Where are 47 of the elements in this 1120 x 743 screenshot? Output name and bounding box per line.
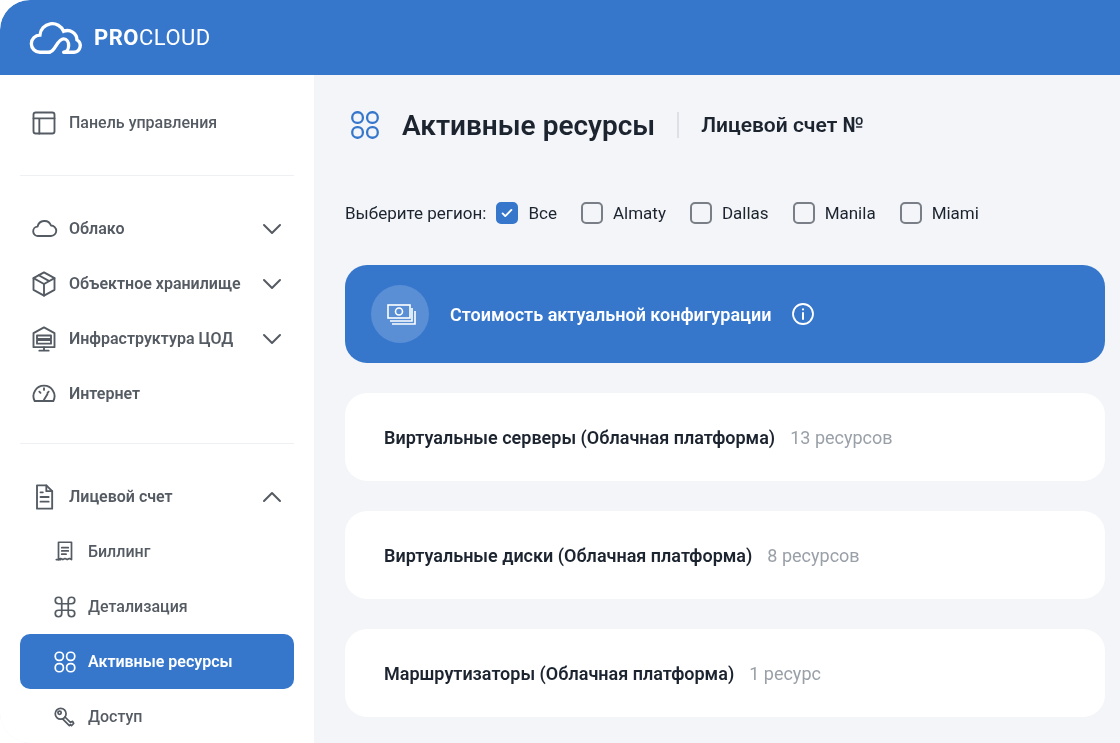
nav-item[interactable]: Объектное хранилище bbox=[20, 256, 294, 311]
money-icon bbox=[370, 284, 430, 344]
nav-item[interactable]: Инфраструктура ЦОД bbox=[20, 311, 294, 366]
cost-banner[interactable]: Стоимость актуальной конфигурации bbox=[345, 265, 1105, 363]
nav-icon bbox=[30, 269, 58, 298]
nav-subitem[interactable]: Биллинг bbox=[20, 524, 294, 579]
region-checkbox[interactable] bbox=[689, 202, 712, 224]
chevron-down-icon bbox=[262, 222, 282, 235]
nav-item[interactable]: Облако bbox=[20, 201, 294, 256]
resource-card[interactable]: Виртуальные серверы (Облачная платформа) 13 ресурсов bbox=[345, 393, 1105, 481]
info-icon[interactable] bbox=[791, 302, 816, 326]
nav-item[interactable]: Лицевой счет bbox=[20, 469, 294, 524]
nav-icon bbox=[52, 648, 78, 675]
region-checkbox[interactable] bbox=[899, 202, 922, 224]
resource-title: Виртуальные серверы (Облачная платформа) bbox=[384, 426, 776, 448]
resource-title: Маршрутизаторы (Облачная платформа) bbox=[384, 662, 735, 684]
chevron-down-icon bbox=[262, 332, 282, 345]
check-icon bbox=[500, 206, 515, 220]
nav-subitem[interactable]: Активные ресурсы bbox=[20, 634, 294, 689]
brand-logo[interactable]: PROCLOUD bbox=[94, 25, 211, 50]
region-option-label[interactable]: Almaty bbox=[612, 203, 666, 223]
account-label: Лицевой счет № bbox=[701, 113, 864, 137]
resource-count: 1 ресурс bbox=[749, 662, 821, 684]
resource-count: 8 ресурсов bbox=[767, 544, 860, 566]
page-title: Активные ресурсы bbox=[402, 108, 656, 142]
region-checkbox[interactable] bbox=[792, 202, 815, 224]
region-label: Выберите регион: bbox=[345, 203, 487, 223]
resource-card[interactable]: Маршрутизаторы (Облачная платформа) 1 ресурс bbox=[345, 629, 1105, 717]
nav-icon bbox=[52, 593, 78, 620]
grid-icon bbox=[348, 108, 382, 142]
nav-subitem[interactable]: Доступ bbox=[20, 689, 294, 743]
region-option-label[interactable]: Manila bbox=[824, 203, 876, 223]
region-checkbox[interactable] bbox=[580, 202, 603, 224]
chevron-up-icon bbox=[262, 490, 282, 503]
nav-item[interactable]: Панель управления bbox=[20, 95, 294, 150]
region-option-label[interactable]: Dallas bbox=[721, 203, 769, 223]
banner-title: Стоимость актуальной конфигурации bbox=[450, 303, 772, 325]
resource-count: 13 ресурсов bbox=[790, 426, 893, 448]
chevron-down-icon bbox=[262, 277, 282, 290]
region-option-label[interactable]: Все bbox=[528, 203, 557, 223]
resource-card[interactable]: Виртуальные диски (Облачная платформа) 8 ресурсов bbox=[345, 511, 1105, 599]
region-checkbox[interactable] bbox=[496, 202, 519, 224]
nav-icon bbox=[30, 324, 58, 353]
resource-title: Виртуальные диски (Облачная платформа) bbox=[384, 544, 753, 566]
nav-item[interactable]: Интернет bbox=[20, 366, 294, 421]
region-option-label[interactable]: Miami bbox=[931, 203, 979, 223]
nav-subitem[interactable]: Детализация bbox=[20, 579, 294, 634]
